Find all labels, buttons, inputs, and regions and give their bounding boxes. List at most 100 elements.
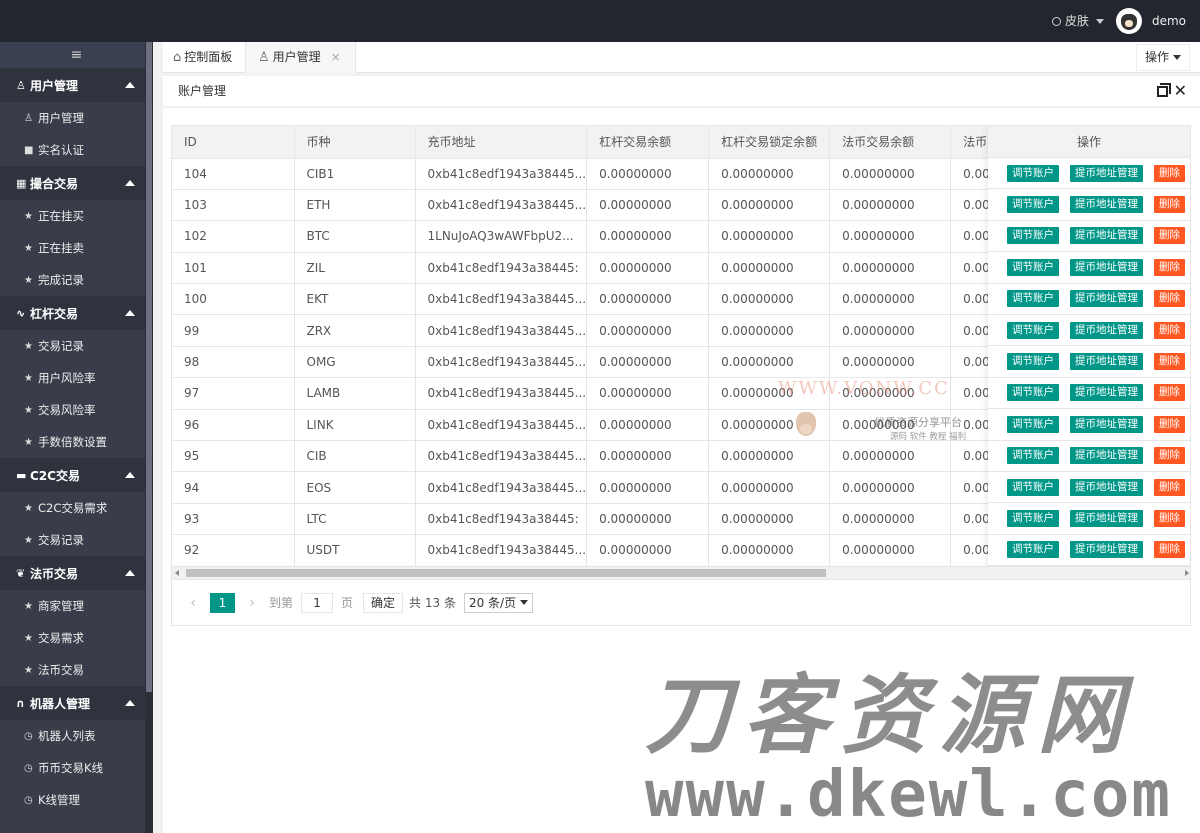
- withdraw-address-button[interactable]: 提币地址管理: [1070, 227, 1143, 245]
- sidebar-item[interactable]: ★ 正在挂买: [0, 200, 153, 232]
- delete-button[interactable]: 删除: [1154, 353, 1185, 371]
- sidebar-group-4[interactable]: ❦ 法币交易: [0, 556, 153, 590]
- table-cell: 0.00000000: [708, 346, 831, 379]
- page-current[interactable]: 1: [210, 592, 235, 613]
- scroll-left-icon[interactable]: [175, 570, 179, 576]
- adjust-account-button[interactable]: 调节账户: [1007, 258, 1059, 276]
- delete-button[interactable]: 删除: [1154, 164, 1185, 182]
- withdraw-address-button[interactable]: 提币地址管理: [1070, 196, 1143, 214]
- scroll-right-icon[interactable]: [1185, 570, 1189, 576]
- withdraw-address-button[interactable]: 提币地址管理: [1070, 290, 1143, 308]
- sidebar-item[interactable]: ◷ 币币交易K线: [0, 752, 153, 784]
- adjust-account-button[interactable]: 调节账户: [1007, 321, 1059, 339]
- withdraw-address-button[interactable]: 提币地址管理: [1070, 415, 1143, 433]
- avatar[interactable]: [1115, 8, 1142, 34]
- sidebar-item[interactable]: ★ 手数倍数设置: [0, 426, 153, 458]
- sidebar-group-5[interactable]: ∩ 机器人管理: [0, 686, 153, 720]
- column-header[interactable]: ID: [172, 126, 295, 159]
- withdraw-address-button[interactable]: 提币地址管理: [1070, 353, 1143, 371]
- sidebar-toggle-icon[interactable]: ≡: [0, 42, 153, 68]
- user-menu[interactable]: demo: [1115, 8, 1186, 34]
- sidebar-item[interactable]: ★ 交易需求: [0, 622, 153, 654]
- withdraw-address-button[interactable]: 提币地址管理: [1070, 258, 1143, 276]
- sidebar-item[interactable]: ★ 用户风险率: [0, 362, 153, 394]
- adjust-account-button[interactable]: 调节账户: [1007, 196, 1059, 214]
- sidebar-item[interactable]: ★ 交易记录: [0, 330, 153, 362]
- sidebar-item[interactable]: ♙ 用户管理: [0, 102, 153, 134]
- sidebar-item[interactable]: ◷ 机器人列表: [0, 720, 153, 752]
- withdraw-address-button[interactable]: 提币地址管理: [1070, 509, 1143, 527]
- table-row: 94 EOS 0xb41c8edf1943a38445... 0.00000000 0.…: [172, 471, 1032, 504]
- sidebar-item[interactable]: ◷ K线管理: [0, 784, 153, 816]
- delete-button[interactable]: 删除: [1154, 227, 1185, 245]
- delete-button[interactable]: 删除: [1154, 258, 1185, 276]
- adjust-account-button[interactable]: 调节账户: [1007, 478, 1059, 496]
- next-page-icon[interactable]: ›: [241, 595, 263, 611]
- column-header[interactable]: 杠杆交易余额: [586, 126, 710, 159]
- delete-button[interactable]: 删除: [1154, 541, 1185, 559]
- delete-button[interactable]: 删除: [1154, 321, 1185, 339]
- column-header[interactable]: 杠杆交易锁定余额: [708, 126, 831, 159]
- page-size-select[interactable]: 20 条/页: [463, 592, 534, 613]
- withdraw-address-button[interactable]: 提币地址管理: [1070, 478, 1143, 496]
- adjust-account-button[interactable]: 调节账户: [1007, 415, 1059, 433]
- delete-button[interactable]: 删除: [1154, 384, 1185, 402]
- sidebar-group-3[interactable]: ▬ C2C交易: [0, 458, 153, 492]
- withdraw-address-button[interactable]: 提币地址管理: [1070, 384, 1143, 402]
- withdraw-address-button[interactable]: 提币地址管理: [1070, 541, 1143, 559]
- delete-button[interactable]: 删除: [1154, 290, 1185, 308]
- adjust-account-button[interactable]: 调节账户: [1007, 384, 1059, 402]
- watermark-big-text: 刀客资源网: [645, 666, 1135, 766]
- watermark-url: WWW.VONW.CC: [778, 378, 950, 399]
- adjust-account-button[interactable]: 调节账户: [1007, 509, 1059, 527]
- page-input[interactable]: 1: [301, 592, 334, 613]
- delete-button[interactable]: 删除: [1154, 478, 1185, 496]
- home-icon: ⌂: [173, 50, 182, 65]
- table-cell: 0.00000000: [586, 189, 710, 222]
- adjust-account-button[interactable]: 调节账户: [1007, 353, 1059, 371]
- column-header[interactable]: 法币交易余额: [829, 126, 952, 159]
- operations-dropdown[interactable]: 操作: [1135, 44, 1190, 71]
- sidebar-group-2[interactable]: ∿ 杠杆交易: [0, 296, 153, 330]
- delete-button[interactable]: 删除: [1154, 447, 1185, 465]
- operations-row: 调节账户 提币地址管理 删除: [988, 189, 1190, 221]
- close-icon[interactable]: ✕: [1174, 81, 1187, 101]
- adjust-account-button[interactable]: 调节账户: [1007, 227, 1059, 245]
- sidebar-scrollbar[interactable]: [145, 42, 153, 833]
- confirm-button[interactable]: 确定: [363, 592, 404, 613]
- withdraw-address-button[interactable]: 提币地址管理: [1070, 164, 1143, 182]
- table-cell: 0xb41c8edf1943a38445...: [415, 409, 588, 442]
- horizontal-scrollbar-thumb[interactable]: [186, 569, 826, 577]
- sidebar-item[interactable]: ★ C2C交易需求: [0, 492, 153, 524]
- skin-menu[interactable]: 皮肤: [1051, 0, 1104, 42]
- sidebar-item[interactable]: ★ 法币交易: [0, 654, 153, 686]
- prev-page-icon[interactable]: ‹: [182, 595, 204, 611]
- withdraw-address-button[interactable]: 提币地址管理: [1070, 447, 1143, 465]
- sidebar-item[interactable]: ★ 完成记录: [0, 264, 153, 296]
- sidebar-scrollbar-thumb[interactable]: [146, 42, 152, 692]
- column-header[interactable]: 币种: [294, 126, 416, 159]
- adjust-account-button[interactable]: 调节账户: [1007, 164, 1059, 182]
- sidebar-item[interactable]: ★ 交易风险率: [0, 394, 153, 426]
- tab-dashboard[interactable]: ⌂ 控制面板: [173, 42, 232, 73]
- sidebar-group-1[interactable]: ▦ 撮合交易: [0, 166, 153, 200]
- sidebar-group-0[interactable]: ♙ 用户管理: [0, 68, 153, 102]
- delete-button[interactable]: 删除: [1154, 415, 1185, 433]
- delete-button[interactable]: 删除: [1154, 509, 1185, 527]
- sidebar-item[interactable]: ★ 交易记录: [0, 524, 153, 556]
- adjust-account-button[interactable]: 调节账户: [1007, 290, 1059, 308]
- delete-button[interactable]: 删除: [1154, 196, 1185, 214]
- table-cell: 0.00000000: [829, 346, 952, 379]
- horizontal-scrollbar[interactable]: [172, 566, 1190, 579]
- close-icon[interactable]: ×: [331, 42, 341, 73]
- tab-user-management[interactable]: ♙ 用户管理 ×: [245, 42, 356, 73]
- adjust-account-button[interactable]: 调节账户: [1007, 447, 1059, 465]
- sidebar-item[interactable]: ■ 实名认证: [0, 134, 153, 166]
- sidebar-item[interactable]: ★ 商家管理: [0, 590, 153, 622]
- column-header[interactable]: 充币地址: [415, 126, 588, 159]
- sidebar-item[interactable]: ★ 正在挂卖: [0, 232, 153, 264]
- withdraw-address-button[interactable]: 提币地址管理: [1070, 321, 1143, 339]
- table-cell: 95: [172, 440, 295, 473]
- adjust-account-button[interactable]: 调节账户: [1007, 541, 1059, 559]
- maximize-icon[interactable]: [1157, 83, 1171, 97]
